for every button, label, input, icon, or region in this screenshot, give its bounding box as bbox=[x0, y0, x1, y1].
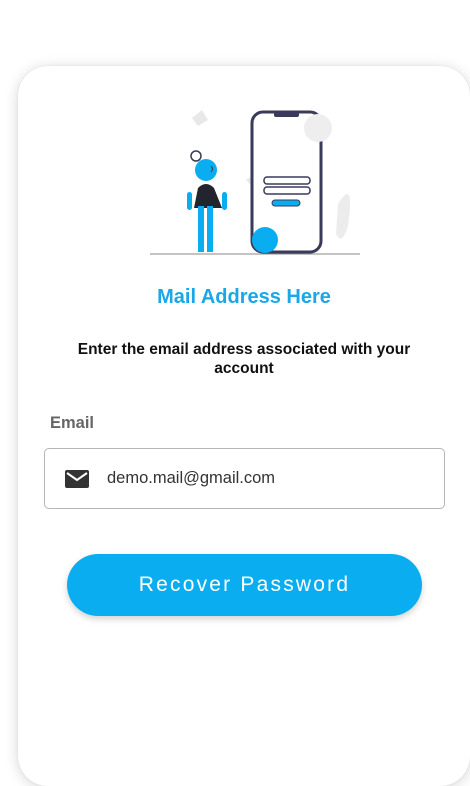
person-head bbox=[195, 159, 217, 181]
phone-notch bbox=[274, 112, 299, 117]
recover-password-button[interactable]: Recover Password bbox=[67, 554, 422, 616]
form-line bbox=[263, 176, 311, 185]
recover-card: Mail Address Here Enter the email addres… bbox=[18, 66, 470, 786]
decor-circle bbox=[252, 227, 278, 253]
form-button bbox=[271, 199, 301, 207]
mail-icon bbox=[65, 469, 89, 488]
decor-shape bbox=[336, 193, 351, 239]
decor-shape bbox=[192, 110, 208, 126]
person-leg bbox=[198, 206, 204, 252]
page-title: Mail Address Here bbox=[157, 286, 331, 308]
email-input[interactable] bbox=[107, 469, 407, 488]
email-field[interactable] bbox=[44, 448, 445, 509]
person-arm bbox=[187, 192, 192, 210]
page-subtitle: Enter the email address associated with … bbox=[77, 341, 411, 377]
person-body bbox=[194, 184, 222, 208]
email-label: Email bbox=[50, 414, 95, 432]
decor-circle bbox=[304, 114, 332, 142]
person-leg bbox=[207, 206, 213, 252]
form-line bbox=[263, 186, 311, 195]
person-arm bbox=[222, 192, 227, 210]
illustration bbox=[150, 110, 360, 255]
person-hair bbox=[190, 150, 202, 162]
